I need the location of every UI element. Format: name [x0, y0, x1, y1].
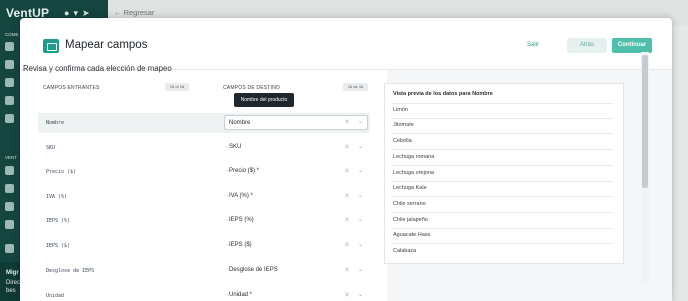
divider — [391, 133, 613, 134]
destination-field-value[interactable]: IEPS (%) — [229, 217, 254, 223]
preview-item: Lechuga Kale — [393, 185, 427, 191]
divider — [391, 228, 613, 229]
destination-field-value[interactable]: IVA (%) * — [229, 193, 253, 199]
preview-item: Jitomate — [393, 122, 414, 128]
help-icon[interactable] — [5, 244, 14, 253]
modal-title: Mapear campos — [65, 39, 148, 51]
mapping-row[interactable]: SKU → SKU ✕ ⌄ — [38, 138, 370, 158]
incoming-field-label: IEPS (%) — [46, 218, 71, 224]
back-button[interactable]: Atrás — [567, 38, 607, 53]
destination-count-badge: 16 de 16 — [343, 83, 368, 91]
mapping-row[interactable]: IVA (%) → IVA (%) * ✕ ⌄ — [38, 187, 370, 207]
clear-icon[interactable]: ✕ — [344, 291, 350, 299]
destination-field-value: Nombre — [229, 120, 251, 126]
incoming-fields-header: CAMPOS ENTRANTES — [43, 85, 100, 91]
chevron-down-icon[interactable]: ⌄ — [358, 216, 363, 223]
destination-fields-header: CAMPOS DE DESTINO — [223, 85, 281, 91]
preview-item: Limón — [393, 107, 408, 113]
field-tooltip: Nombre del producto — [234, 93, 294, 107]
chevron-down-icon[interactable]: ⌄ — [358, 192, 363, 199]
destination-field-value[interactable]: SKU — [229, 144, 241, 150]
sidebar-nav-icon[interactable] — [5, 184, 14, 193]
sidebar-nav-icon[interactable] — [5, 220, 14, 229]
clear-icon[interactable]: ✕ — [344, 216, 350, 224]
divider — [391, 165, 613, 166]
chevron-down-icon[interactable]: ⌄ — [358, 291, 363, 298]
incoming-field-label: IVA (%) — [46, 194, 68, 200]
destination-field-value[interactable]: Unidad * — [229, 292, 252, 298]
divider — [391, 181, 613, 182]
preview-item: Chile serrano — [393, 201, 426, 207]
incoming-field-label: Unidad — [46, 293, 65, 299]
clear-icon[interactable]: ✕ — [344, 266, 350, 274]
promo-line: Direc — [6, 280, 21, 286]
mapping-row[interactable]: IEPS ($) → IEPS ($) ✕ ⌄ — [38, 236, 370, 256]
mapping-icon — [43, 39, 59, 53]
sidebar-nav-icon[interactable] — [5, 202, 14, 211]
back-link[interactable]: ← Regresar — [114, 8, 154, 17]
continue-button[interactable]: Continuar — [612, 38, 652, 53]
preview-item: Cebolla — [393, 138, 412, 144]
clear-icon[interactable]: ✕ — [344, 143, 350, 151]
chevron-down-icon[interactable]: ⌄ — [358, 143, 363, 150]
sidebar-nav-icon[interactable] — [5, 114, 14, 123]
divider — [391, 149, 613, 150]
mapping-row[interactable]: Desglose de IEPS → Desglose de IEPS ✕ ⌄ — [38, 261, 370, 281]
modal-header: Mapear campos Salir Atrás Continuar — [20, 18, 672, 70]
divider — [391, 196, 613, 197]
sidebar-section-label: COME — [5, 32, 19, 37]
sidebar-nav-icon[interactable] — [5, 96, 14, 105]
mapping-row[interactable]: Nombre → Nombre ✕ ⌄ — [38, 113, 370, 133]
divider — [391, 212, 613, 213]
mapping-row[interactable]: Precio ($) → Precio ($) * ✕ ⌄ — [38, 162, 370, 182]
divider — [391, 103, 613, 104]
app-right-edge — [672, 26, 688, 301]
mapping-row[interactable]: IEPS (%) → IEPS (%) ✕ ⌄ — [38, 211, 370, 231]
sidebar-nav-icon[interactable] — [5, 42, 14, 51]
sidebar-nav-icon[interactable] — [5, 166, 14, 175]
preview-item: Chile jalapeño — [393, 217, 428, 223]
incoming-field-label: SKU — [46, 145, 56, 151]
mapping-row[interactable]: Unidad → Unidad * ✕ ⌄ — [38, 286, 370, 301]
clear-icon[interactable]: ✕ — [344, 118, 350, 126]
scrollbar-thumb[interactable] — [642, 55, 648, 188]
destination-field-value[interactable]: Precio ($) * — [229, 168, 259, 174]
chevron-down-icon[interactable]: ⌄ — [358, 118, 363, 125]
incoming-field-label: Precio ($) — [46, 169, 77, 175]
divider — [391, 243, 613, 244]
mapping-heading: Revisa y confirma cada elección de mapeo — [23, 64, 172, 73]
clear-icon[interactable]: ✕ — [344, 241, 350, 249]
data-preview-card: Vista previa de los datos para Nombre Li… — [384, 83, 624, 264]
destination-field-value[interactable]: IEPS ($) — [229, 242, 252, 248]
sidebar-section-label: VENT — [5, 155, 18, 160]
preview-item: Calabaza — [393, 248, 417, 254]
promo-title: Migr — [6, 270, 19, 276]
preview-title: Vista previa de los datos para Nombre — [393, 91, 493, 97]
preview-item: Aguacate Hass — [393, 232, 431, 238]
incoming-count-badge: 16 of 16 — [165, 83, 189, 91]
incoming-field-label: IEPS ($) — [46, 243, 71, 249]
chevron-down-icon[interactable]: ⌄ — [358, 241, 363, 248]
preview-item: Lechuga orejona — [393, 170, 434, 176]
clear-icon[interactable]: ✕ — [344, 192, 350, 200]
destination-field-value[interactable]: Desglose de IEPS — [229, 267, 278, 273]
preview-item: Lechuga romana — [393, 154, 435, 160]
incoming-field-label: Nombre — [46, 120, 65, 126]
chevron-down-icon[interactable]: ⌄ — [358, 266, 363, 273]
clear-icon[interactable]: ✕ — [344, 167, 350, 175]
sidebar-migration-promo[interactable]: Migr Direc bes — [0, 262, 20, 301]
incoming-field-label: Desglose de IEPS — [46, 268, 95, 274]
promo-line: bes — [6, 288, 16, 294]
exit-button[interactable]: Salir — [527, 42, 539, 48]
divider — [391, 118, 613, 119]
sidebar-nav-icon[interactable] — [5, 60, 14, 69]
chevron-down-icon[interactable]: ⌄ — [358, 167, 363, 174]
sidebar-nav-icon[interactable] — [5, 78, 14, 87]
